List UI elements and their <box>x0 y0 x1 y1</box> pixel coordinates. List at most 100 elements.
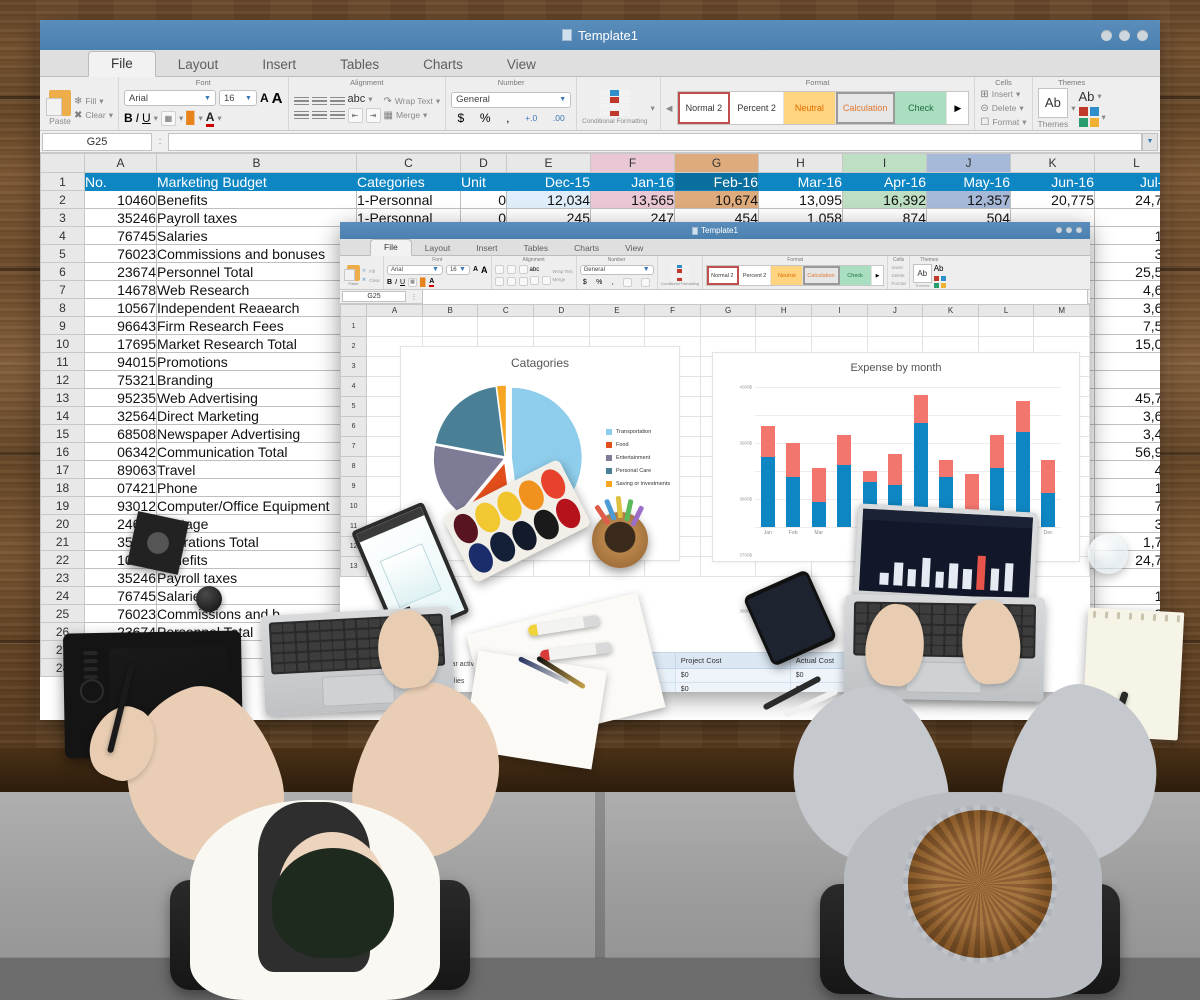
fill-chevron-down-icon[interactable]: ▾ <box>99 96 103 107</box>
inner-table-cell[interactable] <box>644 316 701 337</box>
italic-button[interactable]: I <box>136 111 139 125</box>
table-cell[interactable]: 346 <box>1094 514 1160 533</box>
header-cell[interactable]: Feb-16 <box>674 172 759 191</box>
fill-color-chevron-down-icon[interactable]: ▾ <box>198 113 202 124</box>
style-calculation[interactable]: Calculation <box>835 92 896 124</box>
inner-table-cell[interactable] <box>811 316 868 337</box>
window-controls[interactable] <box>1101 30 1148 41</box>
sheet-header-row[interactable]: 1 No. Marketing Budget Categories Unit Dec-15… <box>40 172 1160 191</box>
table-cell[interactable]: 4,600 <box>1094 280 1160 299</box>
inner-decrease-indent-icon[interactable] <box>529 275 539 285</box>
insert-chevron-down-icon[interactable]: ▾ <box>1016 89 1020 100</box>
inner-table-cell[interactable] <box>866 316 924 337</box>
clear-label[interactable]: Clear <box>85 110 105 120</box>
table-cell[interactable]: 76023 <box>84 604 157 623</box>
chevron-down-icon[interactable]: ▼ <box>432 266 439 273</box>
table-cell[interactable]: 346 <box>1094 244 1160 263</box>
chevron-down-icon[interactable]: ▼ <box>559 96 566 103</box>
delete-chevron-down-icon[interactable]: ▾ <box>1019 103 1023 114</box>
inner-group-themes[interactable]: Themes Ab Themes Ab <box>908 256 949 289</box>
table-cell[interactable]: 17695 <box>84 334 157 353</box>
borders-icon[interactable]: ▦ <box>160 110 176 126</box>
table-cell[interactable]: 07421 <box>84 478 157 497</box>
table-cell[interactable]: Promotions <box>156 352 357 371</box>
bold-button[interactable]: B <box>124 111 133 125</box>
style-percent-2[interactable]: Percent 2 <box>730 92 784 124</box>
chevron-down-icon[interactable]: ▼ <box>204 95 211 102</box>
grow-font-icon[interactable]: A <box>260 91 269 105</box>
table-cell[interactable]: 133 <box>1094 586 1160 605</box>
column-header-e[interactable]: E <box>506 153 591 173</box>
themes-icon[interactable]: Ab <box>1037 87 1068 118</box>
inner-align-center-icon[interactable] <box>506 277 516 286</box>
column-header-i[interactable]: I <box>842 153 927 173</box>
inner-column-header-d[interactable]: D <box>533 304 590 317</box>
table-cell[interactable]: - <box>1094 370 1160 389</box>
formula-bar[interactable]: G25 : ▼ <box>40 131 1160 153</box>
ribbon-toolbar[interactable]: Paste ❄ Fill ▾ ✖ Clear ▾ Font Arial ▼ 16… <box>40 77 1160 131</box>
fill-icon[interactable]: ❄ <box>74 96 82 107</box>
inner-formula-input[interactable] <box>422 287 1088 306</box>
table-cell[interactable]: Direct Marketing <box>156 406 357 425</box>
styles-prev-icon[interactable]: ◀ <box>666 103 673 114</box>
group-themes[interactable]: Themes Ab Themes ▾ Ab ▾ ▾ <box>1031 77 1111 130</box>
table-cell[interactable]: Computer/Office Equipment <box>156 496 357 515</box>
table-cell[interactable]: 94015 <box>84 352 157 371</box>
table-cell[interactable]: 770 <box>1094 496 1160 515</box>
inner-group-conditional[interactable]: Conditional Formatting <box>656 256 702 289</box>
inner-bold-button[interactable]: B <box>387 279 392 286</box>
inner-clear-icon[interactable]: ✖ <box>362 277 366 283</box>
header-cell[interactable]: Jun-16 <box>1010 172 1095 191</box>
inner-group-clipboard[interactable]: Paste ❄ Fill ✖ Clear <box>344 256 383 289</box>
header-cell[interactable]: No. <box>84 172 157 191</box>
inner-group-alignment[interactable]: Alignment abc Wrap Text Merge <box>490 256 576 289</box>
row-header[interactable]: 9 <box>40 316 85 335</box>
inner-row-header[interactable]: 1 <box>340 316 368 337</box>
table-cell[interactable]: Benefits <box>156 190 357 209</box>
table-cell[interactable]: 15,074 <box>1094 334 1160 353</box>
tab-file[interactable]: File <box>88 51 156 77</box>
inner-borders-icon[interactable]: ▦ <box>408 277 418 287</box>
group-clipboard[interactable]: Paste ❄ Fill ▾ ✖ Clear ▾ <box>44 77 118 130</box>
font-size-select[interactable]: 16 ▼ <box>218 90 257 106</box>
group-number[interactable]: Number General ▼ $ % , +.0 .00 <box>445 77 576 130</box>
table-cell[interactable]: 10460 <box>84 190 157 209</box>
tab-view[interactable]: View <box>485 53 558 77</box>
column-header-h[interactable]: H <box>758 153 843 173</box>
orientation-label[interactable]: abc <box>348 93 366 105</box>
inner-table-cell[interactable] <box>977 316 1035 337</box>
row-header[interactable]: 5 <box>40 244 85 263</box>
percent-format-button[interactable]: % <box>480 111 491 125</box>
inner-table-cell[interactable] <box>922 316 979 337</box>
row-header[interactable]: 8 <box>40 298 85 317</box>
group-cells[interactable]: Cells ⊞ Insert ▾ ⊝ Delete ▾ ☐ Format ▾ <box>974 77 1031 130</box>
decrease-indent-icon[interactable]: ⇤ <box>347 108 363 123</box>
shrink-font-icon[interactable]: A <box>272 90 283 107</box>
inner-row-header[interactable]: 3 <box>340 356 368 377</box>
row-header[interactable]: 11 <box>40 352 85 371</box>
tab-charts[interactable]: Charts <box>401 53 485 77</box>
inner-row-header[interactable]: 9 <box>340 476 368 497</box>
inner-align-bottom-icon[interactable] <box>518 265 528 274</box>
inner-row-header[interactable]: 2 <box>340 336 368 357</box>
inner-clear-label[interactable]: Clear <box>369 278 380 283</box>
table-cell[interactable]: 45,780 <box>1094 388 1160 407</box>
format-cells-label[interactable]: Format <box>992 117 1019 127</box>
themes-chevron-down-icon[interactable]: ▾ <box>1071 103 1075 114</box>
header-cell[interactable]: Categories <box>356 172 461 191</box>
inner-increase-decimal-icon[interactable] <box>623 277 633 287</box>
row-header[interactable]: 4 <box>40 226 85 245</box>
formula-expand-icon[interactable]: : <box>152 136 168 147</box>
inner-theme-fonts-icon[interactable]: Ab <box>934 264 944 273</box>
font-color-chevron-down-icon[interactable]: ▾ <box>217 113 221 124</box>
inner-italic-button[interactable]: I <box>395 279 397 286</box>
inner-style-neutral[interactable]: Neutral <box>771 266 804 285</box>
table-cell[interactable]: Independent Reaearch <box>156 298 357 317</box>
conditional-chevron-down-icon[interactable]: ▾ <box>651 103 655 114</box>
table-cell[interactable]: 13,565 <box>590 190 675 209</box>
inner-table-cell[interactable] <box>421 316 479 337</box>
table-cell[interactable]: 23674 <box>84 262 157 281</box>
tab-layout[interactable]: Layout <box>156 53 241 77</box>
inner-row-header[interactable]: 5 <box>340 396 368 417</box>
inner-tab-file[interactable]: File <box>370 239 412 256</box>
